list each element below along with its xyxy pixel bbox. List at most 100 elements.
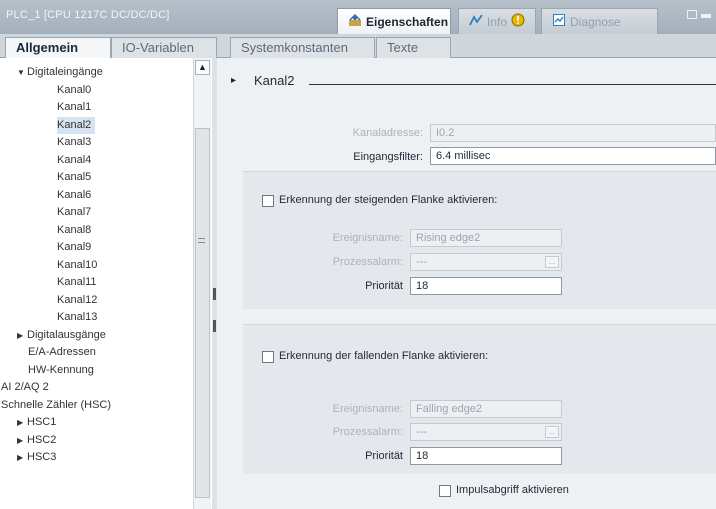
input-filter-label: Eingangsfilter: [353, 151, 423, 163]
tree-item[interactable]: Kanal10 [57, 257, 101, 274]
rising-event-name-label: Ereignisname: [332, 232, 403, 244]
restore-window-icon[interactable] [687, 10, 697, 19]
browse-icon: ... [545, 426, 559, 438]
tab-io-tags-label: IO-Variablen [122, 40, 195, 55]
tree-item[interactable]: Kanal4 [57, 152, 95, 169]
tab-diagnostics-label: Diagnose [570, 14, 621, 29]
scroll-up-icon[interactable]: ▲ [195, 60, 210, 75]
tree-item-label: Kanal0 [57, 83, 92, 96]
rising-process-alarm-label: Prozessalarm: [332, 256, 403, 268]
tree-item[interactable]: ▶ HSC1 [17, 414, 60, 431]
scroll-thumb[interactable] [195, 128, 210, 498]
section-header: ▸ Kanal2 [217, 72, 716, 92]
tab-texts[interactable]: Texte [376, 37, 451, 58]
navigation-tree: ▼ Digitaleingänge Kanal0 Kanal1 Kanal2 Kanal3… [0, 58, 216, 509]
tab-diagnostics[interactable]: Diagnose [541, 8, 658, 34]
properties-icon [348, 13, 362, 30]
tree-item[interactable]: ▶ Digitalausgänge [17, 327, 110, 344]
tab-general-label: Allgemein [16, 40, 79, 55]
falling-edge-group: Erkennung der fallenden Flanke aktiviere… [243, 324, 716, 474]
tab-system-constants[interactable]: Systemkonstanten [230, 37, 375, 58]
tree-item[interactable]: Kanal12 [57, 292, 101, 309]
splitter-mark-icon [213, 288, 216, 300]
tree-item[interactable]: ▼ Digitaleingänge [17, 64, 107, 81]
tree-item-label: Kanal2 [57, 118, 92, 131]
tree-item-label: Kanal1 [57, 101, 92, 113]
falling-edge-checkbox-label: Erkennung der fallenden Flanke aktiviere… [279, 350, 489, 362]
rising-edge-checkbox[interactable] [262, 195, 274, 207]
tab-properties-label: Eigenschaften [366, 14, 449, 29]
expand-down-icon[interactable]: ▼ [17, 64, 27, 81]
warning-badge-icon [511, 13, 525, 30]
chevron-right-icon[interactable]: ▸ [231, 75, 236, 86]
rising-edge-group: Erkennung der steigenden Flanke aktivier… [243, 171, 716, 309]
tree-item[interactable]: Kanal2 [57, 116, 96, 134]
tree-item[interactable]: E/A-Adressen [28, 344, 100, 361]
property-subtabs: Allgemein IO-Variablen Systemkonstanten … [0, 34, 716, 59]
browse-icon: ... [545, 256, 559, 268]
tree-item-label: Kanal13 [57, 311, 98, 323]
tree-item-label: Kanal8 [57, 223, 92, 236]
tab-info-label: Info [487, 14, 508, 29]
tree-item-label: Kanal7 [57, 206, 92, 218]
collapse-right-icon[interactable]: ▶ [17, 449, 27, 466]
tree-item-label: Kanal10 [57, 258, 98, 271]
collapse-right-icon[interactable]: ▶ [17, 432, 27, 449]
tab-properties[interactable]: Eigenschaften [337, 8, 451, 34]
tree-item[interactable]: Kanal11 [57, 274, 101, 291]
tree-item[interactable]: Kanal6 [57, 187, 95, 204]
collapse-right-icon[interactable]: ▶ [17, 414, 27, 431]
tree-item-label: HSC3 [27, 451, 57, 463]
tree-item-label: Kanal3 [57, 136, 92, 148]
minimize-window-icon[interactable] [701, 14, 711, 18]
tree-scrollbar[interactable]: ▲ [193, 58, 211, 509]
tree-item[interactable]: ▶ HSC2 [17, 432, 60, 449]
tree-item[interactable]: Kanal13 [57, 309, 101, 326]
tree-item[interactable]: Kanal9 [57, 239, 95, 256]
rising-event-name-field: Rising edge2 [410, 229, 562, 247]
rising-priority-field[interactable]: 18 [410, 277, 562, 295]
rising-process-alarm-value: --- [416, 256, 427, 268]
tree-item[interactable]: Kanal1 [57, 99, 95, 116]
tree-item[interactable]: Kanal0 [57, 82, 95, 99]
tree-item[interactable]: ▼Schnelle Zähler (HSC) [0, 397, 115, 414]
falling-event-name-label: Ereignisname: [332, 403, 403, 415]
scroll-grip-icon [198, 238, 205, 243]
window-title: PLC_1 [CPU 1217C DC/DC/DC] [6, 9, 170, 21]
tree-item-label: Kanal5 [57, 171, 92, 183]
tree-item-label: Kanal9 [57, 241, 92, 253]
tree-item[interactable]: ▶AI 2/AQ 2 [0, 379, 53, 396]
falling-process-alarm-field: --- ... [410, 423, 562, 441]
tree-item[interactable]: Kanal5 [57, 169, 95, 186]
collapse-right-icon[interactable]: ▶ [17, 327, 27, 344]
properties-panel: ▸ Kanal2 Kanaladresse: I0.2 Eingangsfilt… [217, 58, 716, 509]
falling-event-name-field: Falling edge2 [410, 400, 562, 418]
tree-item[interactable]: HW-Kennung [28, 362, 98, 379]
rising-priority-label: Priorität [365, 280, 403, 292]
channel-address-label: Kanaladresse: [352, 127, 423, 139]
section-divider [309, 84, 716, 85]
pulse-catch-checkbox-label: Impulsabgriff aktivieren [456, 484, 569, 496]
tree-item[interactable]: Kanal7 [57, 204, 95, 221]
falling-process-alarm-label: Prozessalarm: [332, 426, 403, 438]
tab-io-tags[interactable]: IO-Variablen [111, 37, 217, 58]
input-filter-select[interactable]: 6.4 millisec [430, 147, 716, 165]
tree-item[interactable]: Kanal3 [57, 134, 95, 151]
diagnostics-icon [552, 13, 566, 30]
tab-system-constants-label: Systemkonstanten [241, 40, 348, 55]
falling-edge-checkbox[interactable] [262, 351, 274, 363]
section-title: Kanal2 [254, 73, 295, 88]
tree-item[interactable]: ▶ HSC3 [17, 449, 60, 466]
tree-item-label: Kanal11 [57, 276, 97, 288]
falling-priority-field[interactable]: 18 [410, 447, 562, 465]
tree-item-label: Kanal6 [57, 188, 92, 201]
pulse-catch-checkbox[interactable] [439, 485, 451, 497]
tab-texts-label: Texte [387, 40, 419, 55]
tab-info[interactable]: Info [458, 8, 536, 34]
splitter-mark-icon [213, 320, 216, 332]
tree-item-label: HSC2 [27, 433, 57, 446]
falling-process-alarm-value: --- [416, 426, 427, 438]
tree-item-label: Schnelle Zähler (HSC) [1, 398, 112, 411]
tree-item[interactable]: Kanal8 [57, 222, 95, 239]
tab-general[interactable]: Allgemein [5, 37, 111, 59]
